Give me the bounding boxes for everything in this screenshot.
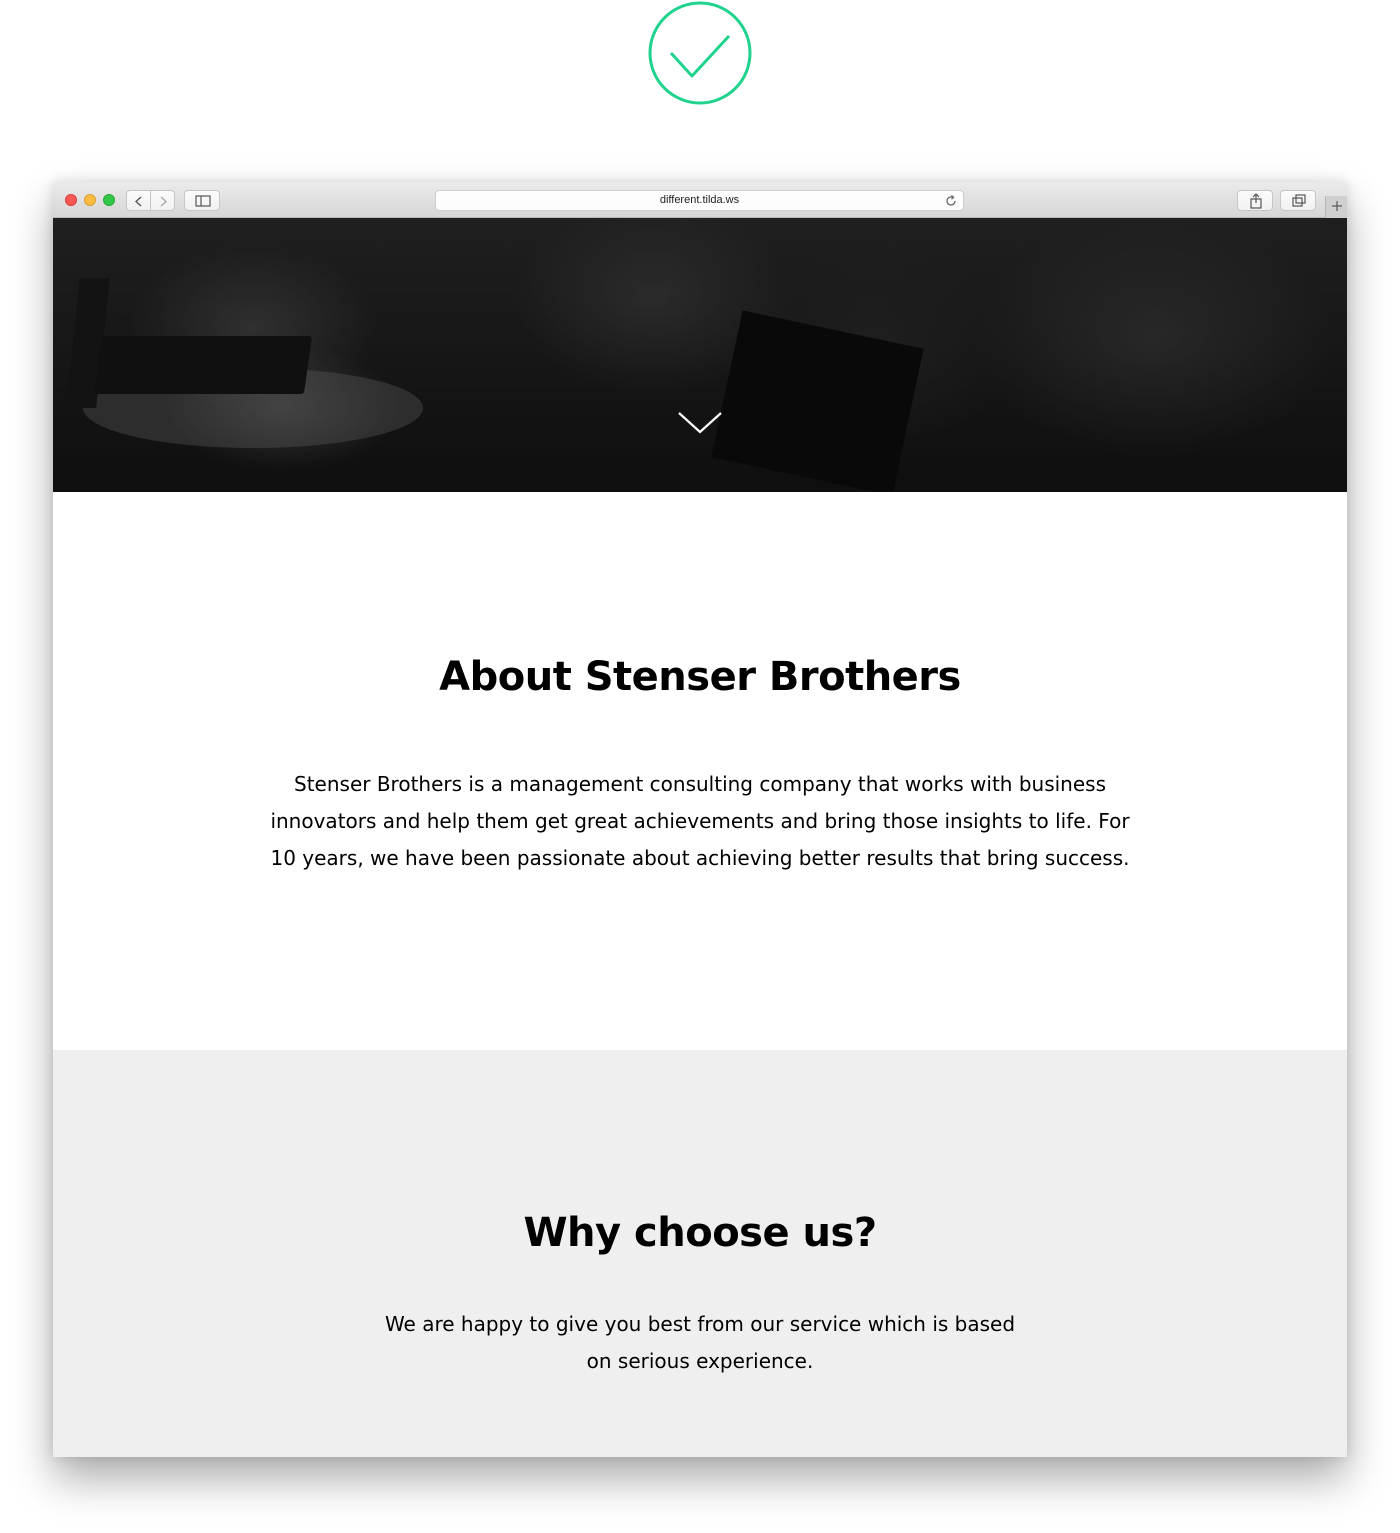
chevron-down-icon[interactable]: [677, 410, 723, 436]
forward-icon: [160, 196, 168, 207]
share-button[interactable]: [1237, 190, 1273, 211]
about-section: About Stenser Brothers Stenser Brothers …: [53, 492, 1347, 1050]
back-button[interactable]: [126, 190, 151, 211]
back-icon: [134, 196, 142, 207]
checkmark-icon: [647, 0, 753, 106]
minimize-window-button[interactable]: [84, 194, 96, 206]
forward-button[interactable]: [150, 190, 175, 211]
sidebar-icon: [195, 195, 211, 207]
new-tab-button[interactable]: [1325, 196, 1347, 218]
plus-icon: [1332, 201, 1342, 211]
sidebar-button[interactable]: [184, 190, 220, 211]
browser-toolbar: different.tilda.ws: [53, 182, 1347, 218]
why-section: Why choose us? We are happy to give you …: [53, 1050, 1347, 1457]
why-text: We are happy to give you best from our s…: [384, 1312, 1016, 1373]
maximize-window-button[interactable]: [103, 194, 115, 206]
browser-window: different.tilda.ws About Stenser Brother…: [53, 182, 1347, 1457]
hero-overlay: [53, 218, 1347, 492]
tab-overview-button[interactable]: [1280, 190, 1316, 211]
about-text: Stenser Brothers is a management consult…: [270, 772, 1130, 870]
tabs-icon: [1292, 194, 1306, 207]
close-window-button[interactable]: [65, 194, 77, 206]
hero-cover: [53, 218, 1347, 496]
share-icon: [1250, 193, 1262, 209]
about-title: About Stenser Brothers: [439, 654, 961, 700]
url-text: different.tilda.ws: [659, 194, 740, 206]
why-title: Why choose us?: [523, 1210, 877, 1256]
address-bar[interactable]: different.tilda.ws: [435, 190, 964, 211]
reload-icon[interactable]: [944, 194, 958, 208]
